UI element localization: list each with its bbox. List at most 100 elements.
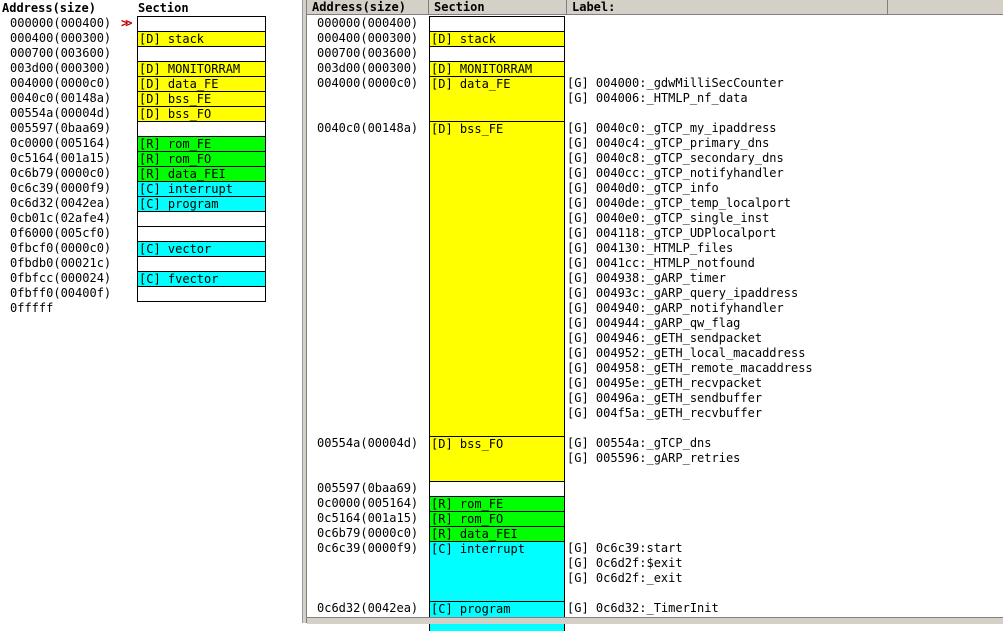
symbol-label[interactable]: [G] 0040d0:_gTCP_info [567,181,719,196]
left-section-row[interactable]: 005597(0baa69) [0,121,302,136]
section-block[interactable]: [D] bss_FO [429,436,565,481]
section-cell[interactable] [137,256,266,271]
section-block[interactable] [429,16,565,31]
symbol-label[interactable]: [G] 004938:_gARP_timer [567,271,726,286]
section-block[interactable]: [D] bss_FE [429,121,565,436]
section-block[interactable]: [C] program [429,601,565,631]
symbol-label[interactable]: [G] 0040de:_gTCP_temp_localport [567,196,791,211]
section-cell[interactable]: [R] data_FEI [137,166,266,181]
section-cell[interactable] [137,121,266,136]
left-section-row[interactable]: 0fbfcc(000024) [C] fvector [0,271,302,286]
block-address: 000700(003600) [317,46,419,60]
symbol-label[interactable]: [G] 004000:_gdwMilliSecCounter [567,76,784,91]
left-section-row[interactable]: 00554a(00004d) [D] bss_FO [0,106,302,121]
left-header-address: Address(size) [2,1,96,15]
column-header-address[interactable]: Address(size) [307,0,429,15]
symbol-label[interactable]: [G] 00554a:_gTCP_dns [567,436,712,451]
section-cell[interactable]: [C] fvector [137,271,266,286]
symbol-label[interactable]: [G] 004946:_gETH_sendpacket [567,331,762,346]
symbol-label[interactable]: [G] 005596:_gARP_retries [567,451,740,466]
symbol-label[interactable]: [G] 004952:_gETH_local_macaddress [567,346,805,361]
section-cell[interactable]: [C] vector [137,241,266,256]
symbol-label[interactable]: [G] 00495e:_gETH_recvpacket [567,376,762,391]
symbol-label[interactable]: [G] 0040c8:_gTCP_secondary_dns [567,151,784,166]
left-section-row[interactable]: 0c5164(001a15) [R] rom_FO [0,151,302,166]
symbol-label[interactable]: [G] 004958:_gETH_remote_macaddress [567,361,813,376]
section-block[interactable]: [D] stack [429,31,565,46]
section-cell[interactable] [137,226,266,241]
section-address: 0c6b79(0000c0) [10,166,112,180]
left-section-row[interactable]: 003d00(000300) [D] MONITORRAM [0,61,302,76]
section-cell[interactable] [137,16,266,31]
symbol-label[interactable]: [G] 00496a:_gETH_sendbuffer [567,391,762,406]
section-block[interactable]: [R] rom_FE [429,496,565,511]
symbol-label[interactable]: [G] 00493c:_gARP_query_ipaddress [567,286,798,301]
section-block[interactable]: [R] rom_FO [429,511,565,526]
left-section-row[interactable]: 004000(0000c0) [D] data_FE [0,76,302,91]
section-cell[interactable]: [D] data_FE [137,76,266,91]
block-address: 0c0000(005164) [317,496,419,510]
section-address: 0c5164(001a15) [10,151,112,165]
section-cell[interactable]: [C] program [137,196,266,211]
symbol-label[interactable]: [G] 004944:_gARP_qw_flag [567,316,740,331]
section-address: 0f6000(005cf0) [10,226,112,240]
symbol-label[interactable]: [G] 0c6d2f:_exit [567,571,683,586]
symbol-label[interactable]: [G] 004118:_gTCP_UDPlocalport [567,226,777,241]
section-block[interactable]: [D] MONITORRAM [429,61,565,76]
section-cell[interactable]: [D] bss_FO [137,106,266,121]
column-header-label[interactable]: Label: [567,0,888,15]
block-address: 0c6c39(0000f9) [317,541,419,555]
section-block[interactable] [429,46,565,61]
section-address: 0fbdb0(00021c) [10,256,112,270]
left-section-row[interactable]: 0c6d32(0042ea) [C] program [0,196,302,211]
section-cell[interactable]: [D] bss_FE [137,91,266,106]
block-address: 005597(0baa69) [317,481,419,495]
section-block[interactable]: [C] interrupt [429,541,565,601]
symbol-label[interactable]: [G] 0040e0:_gTCP_single_inst [567,211,769,226]
section-address: 0fbfcc(000024) [10,271,112,285]
block-address: 000000(000400) [317,16,419,30]
left-section-row[interactable]: 0040c0(00148a) [D] bss_FE [0,91,302,106]
left-section-row[interactable]: 000400(000300) [D] stack [0,31,302,46]
left-section-row[interactable]: 0fbcf0(0000c0) [C] vector [0,241,302,256]
section-block[interactable]: [R] data_FEI [429,526,565,541]
left-section-row[interactable]: 000700(003600) [0,46,302,61]
symbol-label[interactable]: [G] 004f5a:_gETH_recvbuffer [567,406,762,421]
block-address: 0c5164(001a15) [317,511,419,525]
section-cell[interactable]: [D] MONITORRAM [137,61,266,76]
left-section-row[interactable]: 0fbdb0(00021c) [0,256,302,271]
left-section-row[interactable]: 0fbff0(00400f) [0,286,302,302]
symbol-label[interactable]: [G] 0c6c39:start [567,541,683,556]
column-header-section[interactable]: Section [429,0,567,15]
section-block[interactable] [429,481,565,496]
section-cell[interactable] [137,46,266,61]
section-address: 004000(0000c0) [10,76,112,90]
section-cell[interactable]: [R] rom_FE [137,136,266,151]
left-section-row[interactable]: 0c6b79(0000c0) [R] data_FEI [0,166,302,181]
right-section-detail-panel: Address(size) Section Label: 000000(0004… [306,0,1003,631]
symbol-label[interactable]: [G] 0040c0:_gTCP_my_ipaddress [567,121,777,136]
section-cell[interactable] [137,286,266,302]
symbol-label[interactable]: [G] 0040c4:_gTCP_primary_dns [567,136,769,151]
block-address: 003d00(000300) [317,61,419,75]
left-section-row[interactable]: 0c0000(005164) [R] rom_FE [0,136,302,151]
section-address: 000000(000400) [10,16,112,30]
left-section-row[interactable]: 0cb01c(02afe4) [0,211,302,226]
section-cell[interactable]: [C] interrupt [137,181,266,196]
section-cell[interactable] [137,211,266,226]
left-section-row[interactable]: 000000(000400) >> [0,16,302,31]
symbol-label[interactable]: [G] 0c6d32:_TimerInit [567,601,719,616]
symbol-label[interactable]: [G] 004940:_gARP_notifyhandler [567,301,784,316]
symbol-label[interactable]: [G] 004130:_HTMLP_files [567,241,733,256]
section-cell[interactable]: [R] rom_FO [137,151,266,166]
symbol-label[interactable]: [G] 004006:_HTMLP_nf_data [567,91,748,106]
left-section-row[interactable]: 0f6000(005cf0) [0,226,302,241]
symbol-label[interactable]: [G] 0041cc:_HTMLP_notfound [567,256,755,271]
end-address: 0fffff [10,301,54,315]
section-block[interactable]: [D] data_FE [429,76,565,121]
symbol-label[interactable]: [G] 0c6d2f:$exit [567,556,683,571]
symbol-label[interactable]: [G] 0040cc:_gTCP_notifyhandler [567,166,784,181]
section-address: 00554a(00004d) [10,106,112,120]
section-cell[interactable]: [D] stack [137,31,266,46]
left-section-row[interactable]: 0c6c39(0000f9) [C] interrupt [0,181,302,196]
